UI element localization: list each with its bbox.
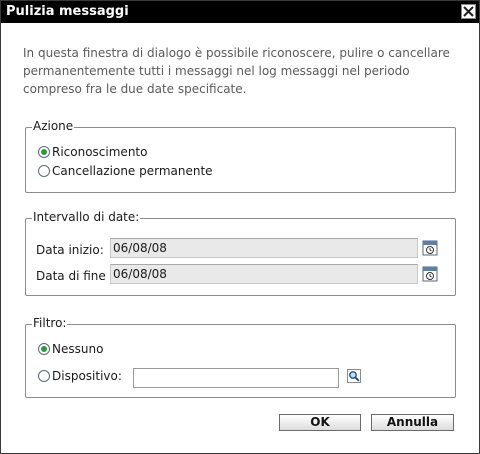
calendar-icon[interactable]: [422, 240, 438, 256]
filter-legend: Filtro:: [32, 316, 68, 330]
intro-text: In questa finestra di dialogo è possibil…: [23, 46, 450, 96]
end-date-field[interactable]: 06/08/08: [110, 264, 418, 284]
cancel-button[interactable]: Annulla: [371, 414, 454, 431]
ok-button[interactable]: OK: [279, 414, 361, 431]
option-acknowledge[interactable]: Riconoscimento: [38, 143, 147, 161]
filter-group: Filtro: Nessuno Dispositivo:: [25, 316, 456, 398]
date-range-legend: Intervallo di date:: [32, 210, 141, 224]
close-button[interactable]: [461, 4, 476, 19]
calendar-icon[interactable]: [422, 266, 438, 282]
action-group: Azione Riconoscimento Cancellazione perm…: [25, 119, 456, 193]
permanent-delete-label: Cancellazione permanente: [52, 164, 213, 178]
acknowledge-radio[interactable]: [38, 146, 50, 158]
device-search-button[interactable]: [347, 369, 361, 383]
acknowledge-label: Riconoscimento: [52, 145, 148, 159]
start-date-label: Data inizio:: [36, 243, 104, 257]
end-date-label: Data di fine: [36, 269, 106, 283]
none-radio[interactable]: [38, 343, 50, 355]
action-group-legend: Azione: [32, 119, 75, 133]
option-device[interactable]: Dispositivo:: [38, 367, 122, 385]
close-icon: [463, 6, 474, 17]
title-bar: Pulizia messaggi: [1, 1, 479, 23]
date-range-group: Intervallo di date: Data inizio: 06/08/0…: [25, 210, 456, 296]
search-icon: [349, 371, 360, 382]
purge-messages-dialog: Pulizia messaggi In questa finestra di d…: [0, 0, 480, 454]
device-input[interactable]: [133, 368, 339, 388]
dialog-title: Pulizia messaggi: [6, 4, 129, 19]
start-date-field[interactable]: 06/08/08: [110, 238, 418, 258]
permanent-delete-radio[interactable]: [38, 165, 50, 177]
option-permanent-delete[interactable]: Cancellazione permanente: [38, 162, 213, 180]
device-label: Dispositivo:: [52, 369, 122, 383]
device-radio[interactable]: [38, 370, 50, 382]
none-label: Nessuno: [52, 342, 104, 356]
option-none[interactable]: Nessuno: [38, 340, 103, 358]
